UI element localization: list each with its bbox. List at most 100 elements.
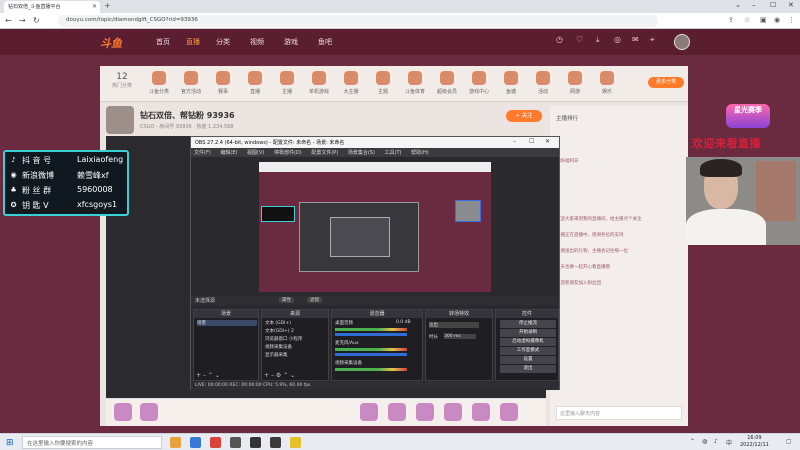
back-icon[interactable]: ← [5,16,12,25]
source-item[interactable]: 视频采集设备 [265,344,292,350]
filters-button[interactable]: 滤镜 [307,297,322,303]
remove-icon[interactable]: – [203,372,206,379]
category-item[interactable]: 大主播 [338,71,364,95]
nav-category[interactable]: 分类 [216,37,230,47]
add-icon[interactable]: + [196,372,201,379]
app-icon[interactable] [230,437,241,448]
exit-button[interactable]: 退出 [500,365,556,373]
nav-yuba[interactable]: 鱼吧 [318,37,332,47]
gift-item[interactable] [444,403,462,421]
user-avatar[interactable] [674,34,690,50]
volume-icon[interactable]: ♪ [714,438,718,445]
category-item[interactable]: 超级会员 [434,71,460,95]
close-window-icon[interactable]: ✕ [788,1,794,9]
category-item[interactable]: 官方活动 [178,71,204,95]
gift-item[interactable] [416,403,434,421]
gear-icon[interactable]: ⚙ [276,372,281,379]
remove-icon[interactable]: – [271,372,274,379]
live-icon[interactable]: ◎ [614,35,621,44]
menu-help[interactable]: 帮助(H) [411,150,429,156]
category-item[interactable]: 赛事 [210,71,236,95]
sidepanel-icon[interactable]: ▣ [760,16,767,24]
nav-home[interactable]: 首页 [156,37,170,47]
maximize-icon[interactable]: ☐ [529,138,534,145]
properties-button[interactable]: 属性 [279,297,294,303]
taskbar-clock[interactable]: 16:09 2022/12/11 [740,435,769,449]
download-icon[interactable]: ⤓ [596,35,600,45]
streamer-avatar[interactable] [106,106,134,134]
up-icon[interactable]: ⌃ [208,372,213,379]
menu-tools[interactable]: 工具(T) [385,150,402,156]
url-field[interactable]: douyu.com/topic/diamondgift_CSGO?rid=939… [58,15,658,27]
chevron-down-icon[interactable]: ⌄ [735,1,741,9]
star-icon[interactable]: ☆ [744,16,750,24]
category-item[interactable]: 鱼塘 [498,71,524,95]
app-icon[interactable] [210,437,221,448]
menu-scene-collection[interactable]: 场景集合(S) [348,150,375,156]
chrome-icon[interactable] [170,437,181,448]
nav-video[interactable]: 视频 [250,37,264,47]
scene-item[interactable]: 场景 [197,320,257,326]
menu-docks[interactable]: 停靠部件(D) [274,150,302,156]
gift-item[interactable] [140,403,158,421]
maximize-icon[interactable]: ☐ [770,1,776,9]
menu-icon[interactable]: ⋮ [788,16,795,24]
gift-item[interactable] [114,403,132,421]
follow-icon[interactable]: ♡ [576,35,583,44]
category-item[interactable]: 斗鱼体育 [402,71,428,95]
tray-up-icon[interactable]: ⌃ [690,438,695,445]
stop-streaming-button[interactable]: 停止推流 [500,320,556,328]
site-logo[interactable]: 斗鱼 [100,35,122,51]
more-categories-button[interactable]: 更多分类 [648,77,684,88]
close-tab-icon[interactable]: ✕ [92,3,97,10]
category-item[interactable]: 单机游戏 [306,71,332,95]
promo-badge[interactable]: 星光赛季 [726,104,770,128]
gift-item[interactable] [500,403,518,421]
history-icon[interactable]: ◷ [556,35,563,44]
gift-item[interactable] [360,403,378,421]
windows-start-icon[interactable]: ⊞ [6,438,14,448]
start-recording-button[interactable]: 开始录制 [500,329,556,337]
settings-button[interactable]: 设置 [500,356,556,364]
source-item[interactable]: 文本 (GDI+) [265,320,291,326]
explorer-icon[interactable] [290,437,301,448]
profile-icon[interactable]: ◉ [774,16,780,24]
minimize-icon[interactable]: – [513,138,516,145]
close-icon[interactable]: ✕ [545,138,550,145]
nav-game[interactable]: 游戏 [284,37,298,47]
category-item[interactable]: 直播 [242,71,268,95]
gift-item[interactable] [472,403,490,421]
message-icon[interactable]: ✉ [632,35,639,44]
volume-slider[interactable] [335,353,407,356]
reload-icon[interactable]: ↻ [33,16,40,25]
location-icon[interactable]: ⌖ [650,35,655,45]
category-item[interactable]: 活动 [530,71,556,95]
category-item[interactable]: 娱乐 [594,71,620,95]
down-icon[interactable]: ⌄ [290,372,295,379]
obs-icon[interactable] [270,437,281,448]
volume-slider[interactable] [335,333,407,336]
notification-icon[interactable]: ▢ [786,438,792,445]
category-item[interactable]: 主题 [370,71,396,95]
chat-input[interactable]: 这里输入聊天内容 [556,406,682,420]
browser-icon[interactable] [190,437,201,448]
transition-select[interactable]: 淡出 [429,322,479,328]
app-icon[interactable] [250,437,261,448]
source-item[interactable]: 浏览器窗口 小程序 [265,336,302,342]
menu-view[interactable]: 视图(V) [247,150,264,156]
share-icon[interactable]: ⇪ [728,16,734,24]
studio-mode-button[interactable]: 工作室模式 [500,347,556,355]
gift-item[interactable] [388,403,406,421]
category-item[interactable]: 网游 [562,71,588,95]
category-item[interactable]: 斗鱼分类 [146,71,172,95]
ime-icon[interactable]: 中 [726,438,732,447]
category-item[interactable]: 游戏中心 [466,71,492,95]
taskbar-search[interactable]: 在这里输入你要搜索的内容 [22,436,162,449]
forward-icon[interactable]: → [19,16,26,25]
duration-input[interactable]: 300 ms [444,334,476,339]
category-item[interactable]: 主播 [274,71,300,95]
network-icon[interactable]: ◍ [702,438,707,445]
nav-live[interactable]: 直播 [186,37,200,47]
source-item[interactable]: 文本(GDI+) 2 [265,328,294,334]
rank-label[interactable]: 主播排行 [556,114,578,122]
